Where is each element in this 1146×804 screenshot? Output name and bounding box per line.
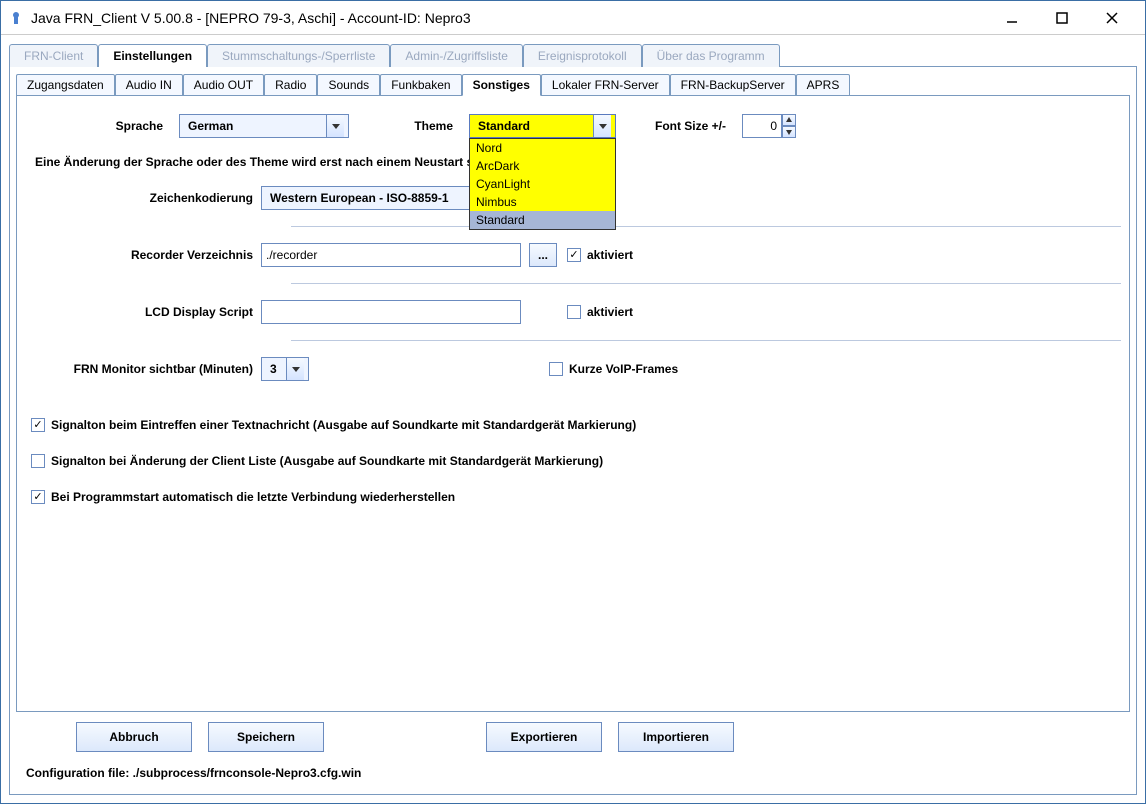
app-icon (9, 11, 23, 25)
fontsize-input[interactable] (742, 114, 782, 138)
theme-label: Theme (405, 119, 461, 133)
inner-tab-sonstiges[interactable]: Sonstiges (462, 74, 541, 96)
autoconnect-checkbox[interactable] (31, 490, 45, 504)
config-file-label: Configuration file: ./subprocess/frncons… (16, 762, 1130, 788)
fontsize-label: Font Size +/- (652, 119, 734, 133)
encoding-value: Western European - ISO-8859-1 (266, 191, 449, 205)
voip-checkbox[interactable] (549, 362, 563, 376)
titlebar: Java FRN_Client V 5.00.8 - [NEPRO 79-3, … (1, 1, 1145, 35)
outer-tab--ber-das-programm[interactable]: Über das Programm (642, 44, 780, 67)
inner-tab-lokaler-frn-server[interactable]: Lokaler FRN-Server (541, 74, 670, 96)
sonstiges-panel: Sprache German Theme Standard NordArcDar… (16, 95, 1130, 712)
signalton-text-label: Signalton beim Eintreffen einer Textnach… (51, 418, 636, 432)
outer-panel: ZugangsdatenAudio INAudio OUTRadioSounds… (9, 66, 1137, 795)
minimize-button[interactable] (987, 1, 1037, 35)
outer-tabs: FRN-ClientEinstellungenStummschaltungs-/… (1, 35, 1145, 66)
theme-option-nord[interactable]: Nord (470, 139, 615, 157)
sprache-combo[interactable]: German (179, 114, 349, 138)
monitor-value: 3 (266, 362, 277, 376)
outer-tab-admin-zugriffsliste[interactable]: Admin-/Zugriffsliste (390, 44, 522, 67)
maximize-button[interactable] (1037, 1, 1087, 35)
fontsize-spinner[interactable] (742, 114, 796, 138)
monitor-label: FRN Monitor sichtbar (Minuten) (31, 362, 261, 376)
theme-option-cyanlight[interactable]: CyanLight (470, 175, 615, 193)
sprache-label: Sprache (31, 119, 171, 133)
theme-option-standard[interactable]: Standard (470, 211, 615, 229)
inner-tab-sounds[interactable]: Sounds (317, 74, 380, 96)
browse-button[interactable]: ... (529, 243, 557, 267)
lcd-input[interactable] (261, 300, 521, 324)
restart-hint: Eine Änderung der Sprache oder des Theme… (31, 155, 494, 169)
recorder-input[interactable] (261, 243, 521, 267)
window-controls (987, 1, 1137, 35)
theme-value: Standard (474, 119, 530, 133)
recorder-label: Recorder Verzeichnis (31, 248, 261, 262)
inner-tab-audio-in[interactable]: Audio IN (115, 74, 183, 96)
spinner-up[interactable] (782, 114, 796, 126)
outer-tab-einstellungen[interactable]: Einstellungen (98, 44, 207, 67)
autoconnect-label: Bei Programmstart automatisch die letzte… (51, 490, 455, 504)
theme-option-nimbus[interactable]: Nimbus (470, 193, 615, 211)
outer-tab-frn-client[interactable]: FRN-Client (9, 44, 98, 67)
app-window: Java FRN_Client V 5.00.8 - [NEPRO 79-3, … (0, 0, 1146, 804)
monitor-combo[interactable]: 3 (261, 357, 309, 381)
inner-tabs: ZugangsdatenAudio INAudio OUTRadioSounds… (16, 73, 1130, 95)
export-button[interactable]: Exportieren (486, 722, 602, 752)
close-button[interactable] (1087, 1, 1137, 35)
button-bar: Abbruch Speichern Exportieren Importiere… (16, 712, 1130, 762)
signalton-liste-label: Signalton bei Änderung der Client Liste … (51, 454, 603, 468)
lcd-aktiviert-checkbox[interactable] (567, 305, 581, 319)
speichern-button[interactable]: Speichern (208, 722, 324, 752)
inner-tab-aprs[interactable]: APRS (796, 74, 851, 96)
inner-tab-frn-backupserver[interactable]: FRN-BackupServer (670, 74, 796, 96)
inner-tab-audio-out[interactable]: Audio OUT (183, 74, 264, 96)
signalton-text-checkbox[interactable] (31, 418, 45, 432)
inner-tab-zugangsdaten[interactable]: Zugangsdaten (16, 74, 115, 96)
lcd-aktiviert-label: aktiviert (587, 305, 633, 319)
signalton-liste-checkbox[interactable] (31, 454, 45, 468)
theme-dropdown: NordArcDarkCyanLightNimbusStandard (469, 138, 616, 230)
spinner-down[interactable] (782, 126, 796, 138)
chevron-down-icon (593, 115, 611, 137)
inner-tab-radio[interactable]: Radio (264, 74, 317, 96)
theme-combo[interactable]: Standard (469, 114, 616, 138)
recorder-aktiviert-label: aktiviert (587, 248, 633, 262)
outer-tab-stummschaltungs-sperrliste[interactable]: Stummschaltungs-/Sperrliste (207, 44, 390, 67)
abbruch-button[interactable]: Abbruch (76, 722, 192, 752)
theme-option-arcdark[interactable]: ArcDark (470, 157, 615, 175)
chevron-down-icon (286, 358, 304, 380)
import-button[interactable]: Importieren (618, 722, 734, 752)
recorder-aktiviert-checkbox[interactable] (567, 248, 581, 262)
window-title: Java FRN_Client V 5.00.8 - [NEPRO 79-3, … (31, 10, 987, 26)
lcd-label: LCD Display Script (31, 305, 261, 319)
encoding-label: Zeichenkodierung (31, 191, 261, 205)
sprache-value: German (184, 119, 233, 133)
inner-tab-funkbaken[interactable]: Funkbaken (380, 74, 461, 96)
outer-tab-ereignisprotokoll[interactable]: Ereignisprotokoll (523, 44, 642, 67)
chevron-down-icon (326, 115, 344, 137)
voip-label: Kurze VoIP-Frames (569, 362, 678, 376)
